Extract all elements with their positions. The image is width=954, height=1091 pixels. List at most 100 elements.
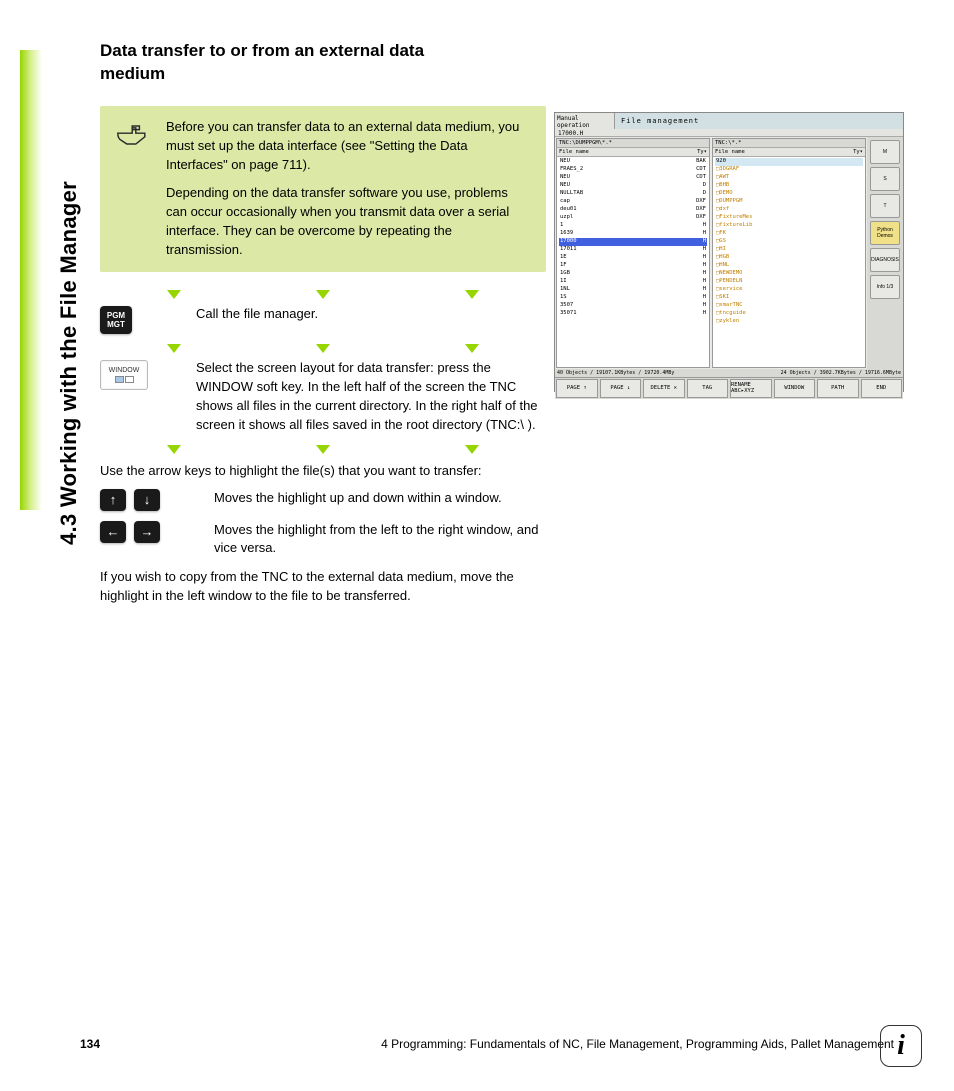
- scr-softkey: DELETE ✕: [643, 379, 685, 398]
- step-icon: PGM MGT: [100, 305, 178, 335]
- table-row: □DUMPPGM: [715, 198, 863, 206]
- note-p2: Depending on the data transfer software …: [166, 184, 532, 259]
- scr-side-button: T: [870, 194, 900, 218]
- table-row: □3DGRAF: [715, 166, 863, 174]
- triangle-icon: [316, 344, 330, 353]
- scr-left-list: NEUBAKFRAES_2CDTNEUCDTNEUDNULLTABDcapDXF…: [557, 157, 709, 367]
- table-row: □smarTNC: [715, 302, 863, 310]
- scr-softkey: END: [861, 379, 903, 398]
- table-row: □AWT: [715, 174, 863, 182]
- pane-icon: [125, 376, 134, 383]
- table-row: □NEWDEMO: [715, 270, 863, 278]
- scr-side-button: Info 1/3: [870, 275, 900, 299]
- table-row: capDXF: [559, 198, 707, 206]
- step-row-1: PGM MGT Call the file manager.: [100, 305, 546, 335]
- table-row: 1639H: [559, 230, 707, 238]
- pgm-mgt-key: PGM MGT: [100, 306, 132, 334]
- table-row: 1FH: [559, 262, 707, 270]
- scr-title: File management: [615, 113, 903, 129]
- window-softkey: WINDOW: [100, 360, 148, 390]
- triangle-icon: [316, 290, 330, 299]
- scr-softkey: PAGE ↓: [600, 379, 642, 398]
- triangle-icon: [167, 344, 181, 353]
- table-row: □SKI: [715, 294, 863, 302]
- side-gradient: [20, 50, 42, 510]
- scr-side-button: Python Demos: [870, 221, 900, 245]
- scr-right-list: 920□3DGRAF□AWT□BHB□DEMO□DUMPPGM□dxf□Fixt…: [713, 157, 865, 367]
- manual-page: 4.3 Working with the File Manager Data t…: [0, 0, 954, 1091]
- table-row: FRAES_2CDT: [559, 166, 707, 174]
- scr-status-left: 40 Objects / 19107.1KBytes / 19720.4MBy: [557, 370, 674, 376]
- table-row: □tncguide: [715, 310, 863, 318]
- scr-left-panel: TNC:\DUMPPGM\*.* File nameTy▾ NEUBAKFRAE…: [556, 138, 710, 368]
- step-icon: ↑ ↓: [100, 489, 196, 511]
- table-row: 3507H: [559, 302, 707, 310]
- table-row: 17000H: [559, 238, 707, 246]
- table-row: uzplDXF: [559, 214, 707, 222]
- table-row: □service: [715, 286, 863, 294]
- table-row: □GS: [715, 238, 863, 246]
- body-text-2: If you wish to copy from the TNC to the …: [100, 568, 546, 606]
- table-row: 1EH: [559, 254, 707, 262]
- table-row: □HI: [715, 246, 863, 254]
- scr-softkey: RENAME ABC▸XYZ: [730, 379, 772, 398]
- info-icon: i: [880, 1025, 922, 1067]
- separator: [100, 344, 546, 353]
- page-footer: 134 4 Programming: Fundamentals of NC, F…: [80, 1037, 894, 1051]
- table-row: □PENDELN: [715, 278, 863, 286]
- side-tab: 4.3 Working with the File Manager: [20, 50, 70, 510]
- table-row: □HGB: [715, 254, 863, 262]
- step-row-4: ← → Moves the highlight from the left to…: [100, 521, 546, 559]
- table-row: □FixtureMes: [715, 214, 863, 222]
- triangle-icon: [167, 290, 181, 299]
- scr-softkey: PAGE ↑: [556, 379, 598, 398]
- scr-side-button: M: [870, 140, 900, 164]
- table-row: □BHB: [715, 182, 863, 190]
- scr-right-panel: TNC:\*.* File nameTy▾ 920□3DGRAF□AWT□BHB…: [712, 138, 866, 368]
- scr-side-buttons: MSTPython DemosDIAGNOSISInfo 1/3: [867, 137, 903, 369]
- step2-text: Select the screen layout for data transf…: [196, 359, 546, 434]
- step-row-3: ↑ ↓ Moves the highlight up and down with…: [100, 489, 546, 511]
- table-row: □DEMO: [715, 190, 863, 198]
- table-row: □dxf: [715, 206, 863, 214]
- arrow-down-key: ↓: [134, 489, 160, 511]
- table-row: □HNL: [715, 262, 863, 270]
- table-row: NEUBAK: [559, 158, 707, 166]
- scr-softkey: PATH: [817, 379, 859, 398]
- separator: [100, 445, 546, 454]
- table-row: □zyklen: [715, 318, 863, 326]
- table-row: 1H: [559, 222, 707, 230]
- triangle-icon: [465, 445, 479, 454]
- body-text-1: Use the arrow keys to highlight the file…: [100, 462, 546, 481]
- scr-col-head-name: File name: [715, 149, 745, 155]
- triangle-icon: [465, 344, 479, 353]
- arrow-up-key: ↑: [100, 489, 126, 511]
- step-row-2: WINDOW Select the screen layout for data…: [100, 359, 546, 434]
- scr-side-button: S: [870, 167, 900, 191]
- scr-softkey: TAG: [687, 379, 729, 398]
- table-row: NULLTABD: [559, 190, 707, 198]
- triangle-icon: [465, 290, 479, 299]
- step-icon: WINDOW: [100, 359, 178, 434]
- table-row: □fixtureLib: [715, 222, 863, 230]
- page-number: 134: [80, 1037, 100, 1051]
- scr-topfile: 17000.H: [555, 129, 903, 137]
- table-row: deu01DXF: [559, 206, 707, 214]
- step4-text: Moves the highlight from the left to the…: [214, 521, 546, 559]
- table-row: 1SH: [559, 294, 707, 302]
- arrow-right-key: →: [134, 521, 160, 543]
- step3-text: Moves the highlight up and down within a…: [214, 489, 546, 511]
- note-box: Before you can transfer data to an exter…: [100, 106, 546, 272]
- scr-softkey-row: PAGE ↑PAGE ↓DELETE ✕TAGRENAME ABC▸XYZWIN…: [555, 377, 903, 399]
- section-heading: Data transfer to or from an external dat…: [100, 40, 480, 86]
- table-row: 35071H: [559, 310, 707, 318]
- tnc-file-manager-screenshot: Manual operation File management 17000.H…: [554, 112, 904, 392]
- triangle-icon: [167, 445, 181, 454]
- table-row: □FK: [715, 230, 863, 238]
- scr-softkey: WINDOW: [774, 379, 816, 398]
- table-row: NEUCDT: [559, 174, 707, 182]
- footer-chapter: 4 Programming: Fundamentals of NC, File …: [381, 1037, 894, 1051]
- arrow-left-key: ←: [100, 521, 126, 543]
- pane-icon: [115, 376, 124, 383]
- scr-col-head-name: File name: [559, 149, 589, 155]
